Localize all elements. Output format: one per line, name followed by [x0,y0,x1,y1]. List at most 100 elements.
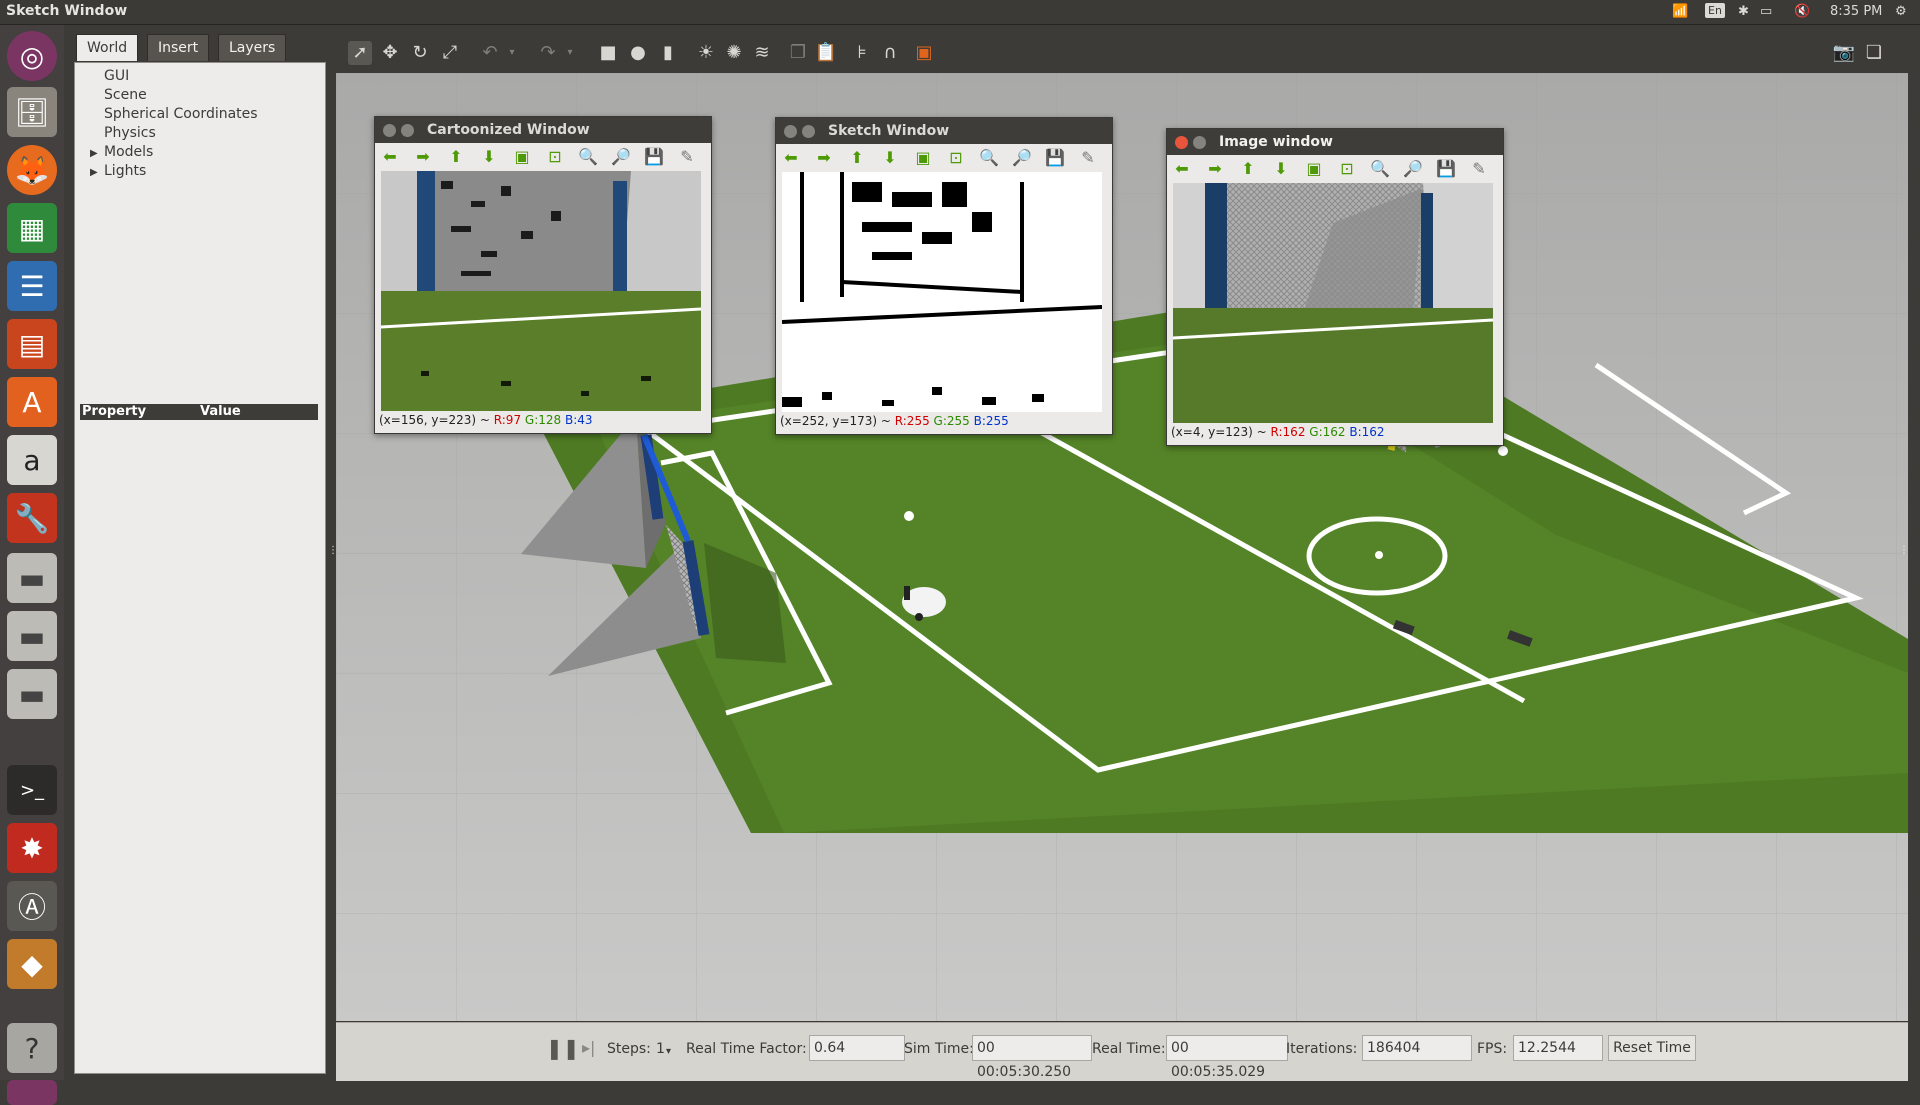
save-icon[interactable]: 💾 [1435,159,1457,179]
pan-down-icon[interactable]: ⬇ [879,148,901,168]
zoom-original-icon[interactable]: ▣ [912,148,934,168]
right-panel-splitter-handle[interactable]: ⋮ [1899,545,1909,556]
system-settings-icon[interactable]: 🔧 [7,493,57,543]
zoom-out-icon[interactable]: 🔎 [1011,148,1033,168]
bluetooth-icon[interactable]: ✱ [1738,4,1749,19]
trash-icon[interactable] [7,1080,57,1105]
writer-document-icon[interactable]: ☰ [7,261,57,311]
copy-icon[interactable]: ❐ [786,41,810,65]
drive-icon[interactable]: ▬ [7,669,57,719]
directional-light-icon[interactable]: ≋ [750,41,774,65]
tab-layers[interactable]: Layers [218,34,287,61]
pan-left-icon[interactable]: ⬅ [1171,159,1193,179]
close-icon[interactable] [784,125,797,138]
translate-mode-icon[interactable]: ✥ [378,41,402,65]
help-icon[interactable]: ? [7,1023,57,1073]
drive-icon[interactable]: ▬ [7,553,57,603]
rotate-mode-icon[interactable]: ↻ [408,41,432,65]
sketch-window-titlebar[interactable]: Sketch Window [776,118,1112,144]
pan-right-icon[interactable]: ➡ [813,148,835,168]
zoom-fit-icon[interactable]: ⊡ [1336,159,1358,179]
expand-arrow-icon[interactable]: ▶ [90,148,98,159]
close-icon[interactable] [383,124,396,137]
sphere-shape-icon[interactable]: ● [626,41,650,65]
pause-icon[interactable]: ❚❚ [546,1036,580,1060]
pan-down-icon[interactable]: ⬇ [1270,159,1292,179]
tree-item-models[interactable]: Models [104,144,153,160]
zoom-in-icon[interactable]: 🔍 [1369,159,1391,179]
minimize-icon[interactable] [401,124,414,137]
zoom-in-icon[interactable]: 🔍 [978,148,1000,168]
keyboard-layout-indicator[interactable]: En [1705,3,1725,18]
tab-insert[interactable]: Insert [147,34,210,61]
pan-up-icon[interactable]: ⬆ [846,148,868,168]
spot-light-icon[interactable]: ✺ [722,41,746,65]
minimize-icon[interactable] [1193,136,1206,149]
tree-item-physics[interactable]: Physics [104,125,156,141]
redo-icon[interactable]: ↷ [536,41,560,65]
cartoonized-window-titlebar[interactable]: Cartoonized Window [375,117,711,143]
snap-icon[interactable]: ∩ [878,41,902,65]
point-light-icon[interactable]: ☀ [694,41,718,65]
expand-arrow-icon[interactable]: ▶ [90,167,98,178]
camera-image[interactable] [1173,183,1493,423]
impress-presentation-icon[interactable]: ▤ [7,319,57,369]
zoom-fit-icon[interactable]: ⊡ [544,147,566,167]
firefox-icon[interactable]: 🦊 [7,145,57,195]
sketch-image[interactable] [782,172,1102,412]
tree-item-lights[interactable]: Lights [104,163,146,179]
minimize-icon[interactable] [802,125,815,138]
zoom-original-icon[interactable]: ▣ [511,147,533,167]
undo-icon[interactable]: ↶ [478,41,502,65]
change-view-icon[interactable]: ▣ [912,41,936,65]
redo-dropdown-icon[interactable]: ▾ [558,41,582,65]
files-icon[interactable]: 🗄 [7,87,57,137]
properties-icon[interactable]: ✎ [1077,148,1099,168]
volume-muted-icon[interactable]: 🔇 [1794,4,1810,19]
close-icon[interactable] [1175,136,1188,149]
log-data-icon[interactable]: ❏ [1862,41,1886,65]
image-window-titlebar[interactable]: Image window [1167,129,1503,155]
step-icon[interactable]: ▸| [582,1038,595,1057]
battery-icon[interactable]: ▭ [1760,4,1772,19]
pan-left-icon[interactable]: ⬅ [379,147,401,167]
screenshot-camera-icon[interactable]: 📷 [1832,41,1856,65]
save-icon[interactable]: 💾 [643,147,665,167]
zoom-out-icon[interactable]: 🔎 [610,147,632,167]
box-shape-icon[interactable]: ■ [596,41,620,65]
ubuntu-dash-icon[interactable]: ◎ [7,31,57,81]
pan-left-icon[interactable]: ⬅ [780,148,802,168]
tree-item-scene[interactable]: Scene [104,87,147,103]
pan-right-icon[interactable]: ➡ [1204,159,1226,179]
zoom-out-icon[interactable]: 🔎 [1402,159,1424,179]
zoom-in-icon[interactable]: 🔍 [577,147,599,167]
reset-time-button[interactable]: Reset Time [1608,1035,1696,1061]
scale-mode-icon[interactable]: ⤢ [438,41,462,65]
gazebo-icon[interactable]: ◆ [7,939,57,989]
terminal-icon[interactable]: >_ [7,765,57,815]
wifi-icon[interactable]: 📶 [1672,4,1688,19]
cylinder-shape-icon[interactable]: ▮ [656,41,680,65]
software-updater-icon[interactable]: Ⓐ [7,881,57,931]
properties-icon[interactable]: ✎ [676,147,698,167]
cartoonized-image[interactable] [381,171,701,411]
settings-gear-icon[interactable]: ⚙ [1895,4,1907,19]
select-mode-icon[interactable]: ➚ [348,41,372,65]
align-icon[interactable]: ⊧ [850,41,874,65]
steps-dropdown-icon[interactable]: ▾ [666,1046,671,1057]
properties-icon[interactable]: ✎ [1468,159,1490,179]
tree-item-spherical-coordinates[interactable]: Spherical Coordinates [104,106,258,122]
pan-up-icon[interactable]: ⬆ [1237,159,1259,179]
steps-value[interactable]: 1 [656,1041,665,1057]
amazon-icon[interactable]: a [7,435,57,485]
drive-icon[interactable]: ▬ [7,611,57,661]
zoom-original-icon[interactable]: ▣ [1303,159,1325,179]
pan-down-icon[interactable]: ⬇ [478,147,500,167]
calc-spreadsheet-icon[interactable]: ▦ [7,203,57,253]
zoom-fit-icon[interactable]: ⊡ [945,148,967,168]
save-icon[interactable]: 💾 [1044,148,1066,168]
network-icon[interactable]: ✸ [7,823,57,873]
paste-icon[interactable]: 📋 [814,41,838,65]
clock[interactable]: 8:35 PM [1830,4,1882,19]
tab-world[interactable]: World [76,34,139,61]
